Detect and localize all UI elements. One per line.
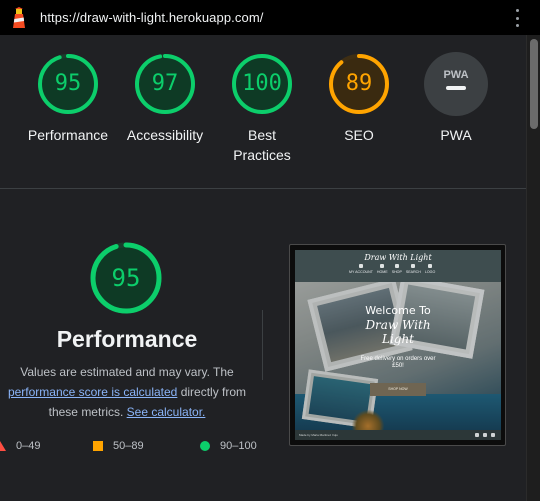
welcome-line: Welcome To — [365, 304, 431, 317]
see-calculator-link[interactable]: See calculator. — [127, 405, 206, 419]
gauge-label: SEO — [344, 127, 374, 143]
preview-delivery: Free delivery on orders over £50! — [360, 356, 436, 369]
social-icon — [475, 433, 479, 437]
preview-nav-item: MY ACCOUNT — [349, 264, 373, 274]
gauge-score: 100 — [242, 71, 282, 96]
legend-fail: 0–49 — [0, 438, 40, 454]
performance-score: 95 — [111, 264, 141, 292]
account-icon — [358, 264, 363, 268]
legend-range: 0–49 — [16, 440, 41, 452]
gauge-label: PWA — [440, 127, 472, 143]
preview-header: Draw With Light MY ACCOUNT HOME SHOP SEA… — [295, 250, 501, 282]
gauge-accessibility[interactable]: 97 Accessibility — [120, 52, 210, 145]
gauge-score: 89 — [345, 71, 373, 96]
home-icon — [380, 264, 385, 268]
score-calculated-link[interactable]: performance score is calculated — [8, 385, 177, 399]
gauge-pwa[interactable]: PWA PWA — [411, 52, 501, 145]
gauge-label: Best Practices — [233, 127, 291, 163]
gauge-seo[interactable]: 89 SEO — [314, 52, 404, 145]
preview-nav-item: SEARCH — [406, 264, 421, 274]
performance-description: Values are estimated and may vary. The p… — [4, 362, 250, 422]
preview-welcome: Welcome To Draw With Light — [355, 304, 441, 346]
url-bar: https://draw-with-light.herokuapp.com/ — [0, 0, 540, 35]
welcome-line: Draw With — [365, 318, 431, 332]
preview-nav-item: HOME — [377, 264, 388, 274]
shop-icon — [394, 264, 399, 268]
gauge-score: 95 — [54, 71, 82, 96]
section-divider — [0, 188, 526, 189]
preview-nav: MY ACCOUNT HOME SHOP SEARCH LOGO — [349, 264, 435, 274]
search-icon — [411, 264, 416, 268]
welcome-line: Light — [381, 332, 415, 346]
preview-footer-text: Made by Maria Martinez Irujo — [299, 433, 338, 437]
circle-icon — [200, 441, 210, 451]
legend-range: 90–100 — [220, 440, 257, 452]
url-text[interactable]: https://draw-with-light.herokuapp.com/ — [40, 10, 263, 25]
performance-title: Performance — [56, 326, 198, 352]
scrollbar[interactable] — [526, 35, 540, 501]
preview-hero: Welcome To Draw With Light Free delivery… — [295, 282, 501, 430]
legend-average: 50–89 — [93, 438, 144, 454]
preview-social-icons — [475, 433, 495, 437]
social-icon — [491, 433, 495, 437]
preview-footer: Made by Maria Martinez Irujo — [295, 430, 501, 440]
legend-range: 50–89 — [113, 440, 144, 452]
logo-icon — [428, 264, 433, 268]
gauge-label: Accessibility — [126, 127, 204, 143]
preview-shop-button: SHOP NOW — [370, 383, 426, 396]
square-icon — [93, 441, 103, 451]
legend-pass: 90–100 — [200, 438, 257, 454]
column-divider — [262, 310, 263, 380]
final-screenshot[interactable]: Draw With Light MY ACCOUNT HOME SHOP SEA… — [289, 244, 506, 446]
gauge-label: Performance — [27, 127, 109, 143]
preview-nav-item: SHOP — [392, 264, 402, 274]
gauge-score: 97 — [151, 71, 179, 96]
more-menu-icon[interactable] — [514, 9, 520, 27]
screenshot-image: Draw With Light MY ACCOUNT HOME SHOP SEA… — [295, 250, 501, 440]
desc-text: Values are estimated and may vary. The — [20, 365, 234, 379]
lighthouse-icon — [13, 7, 25, 28]
gauge-best-practices[interactable]: 100 Best Practices — [217, 52, 307, 165]
scrollbar-thumb[interactable] — [530, 39, 538, 129]
gauge-performance[interactable]: 95 Performance — [23, 52, 113, 145]
preview-logo: Draw With Light — [364, 253, 432, 262]
preview-nav-item: LOGO — [425, 264, 435, 274]
triangle-icon — [0, 441, 6, 451]
pwa-badge-text: PWA — [443, 69, 468, 81]
pwa-badge-icon: PWA — [424, 52, 488, 116]
social-icon — [483, 433, 487, 437]
